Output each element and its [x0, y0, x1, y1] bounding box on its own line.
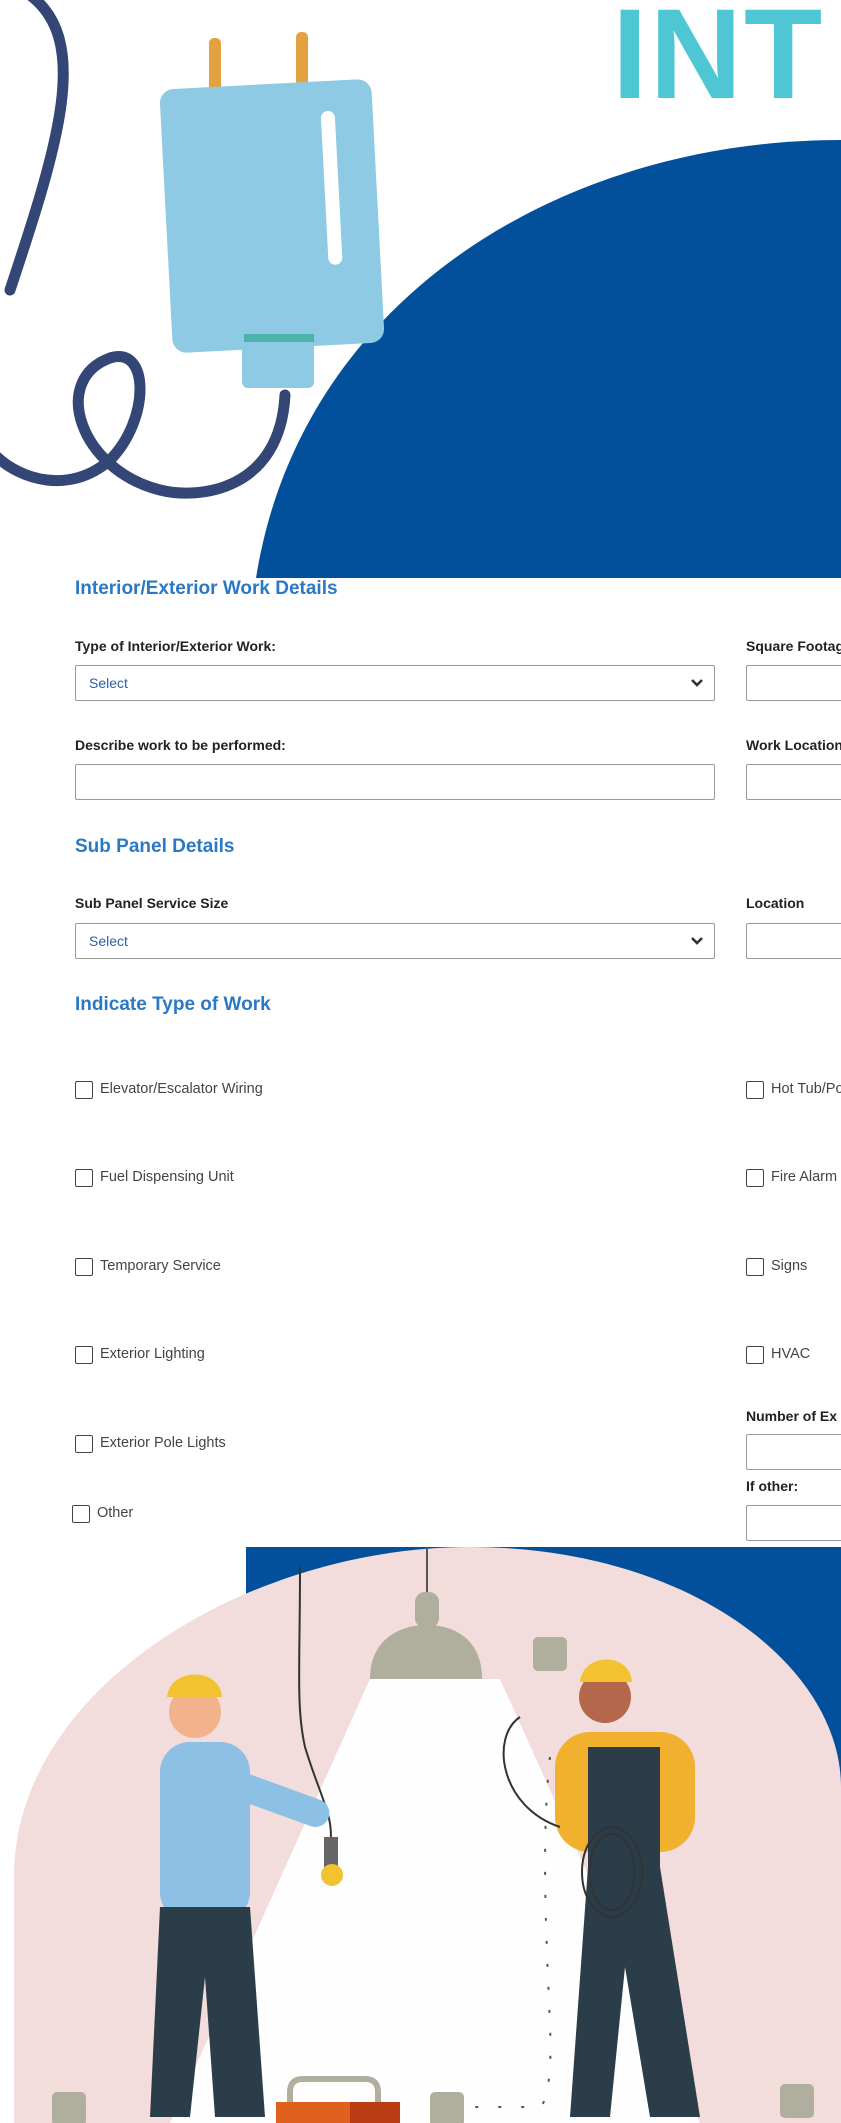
if-other-input[interactable] — [746, 1505, 841, 1541]
checkbox-label: Temporary Service — [100, 1258, 221, 1274]
page-title: INT — [612, 0, 824, 126]
checkbox-label: Exterior Pole Lights — [100, 1435, 226, 1451]
checkbox-elevator-escalator-wiring[interactable] — [75, 1081, 93, 1099]
number-of-exterior-label: Number of Ex — [746, 1408, 838, 1424]
checkbox-fire-alarm[interactable] — [746, 1169, 764, 1187]
checkbox-label: Signs — [771, 1258, 808, 1274]
sub-panel-location-input[interactable] — [746, 923, 841, 959]
sub-panel-size-value: Select — [89, 933, 128, 949]
checkbox-hot-tub-pool[interactable] — [746, 1081, 764, 1099]
square-footage-label: Square Footag — [746, 638, 841, 654]
checkbox-hvac[interactable] — [746, 1346, 764, 1364]
checkbox-temporary-service[interactable] — [75, 1258, 93, 1276]
chevron-down-icon — [691, 937, 703, 945]
checkbox-other[interactable] — [72, 1505, 90, 1523]
sub-panel-size-select[interactable]: Select — [75, 923, 715, 959]
describe-work-label: Describe work to be performed: — [75, 737, 286, 753]
section-heading-work-type: Indicate Type of Work — [75, 994, 271, 1015]
header-artwork: INT — [0, 0, 841, 578]
describe-work-input[interactable] — [75, 764, 715, 800]
section-heading-sub-panel: Sub Panel Details — [75, 836, 235, 857]
if-other-label: If other: — [746, 1478, 799, 1494]
checkbox-label: HVAC — [771, 1346, 811, 1362]
work-location-input[interactable] — [746, 764, 841, 800]
sub-panel-location-label: Location — [746, 895, 805, 911]
type-of-work-select[interactable]: Select — [75, 665, 715, 701]
checkbox-fuel-dispensing-unit[interactable] — [75, 1169, 93, 1187]
checkbox-label: Hot Tub/Po — [771, 1081, 841, 1097]
checkbox-label: Elevator/Escalator Wiring — [100, 1081, 263, 1097]
work-location-label: Work Location — [746, 737, 841, 753]
checkbox-exterior-lighting[interactable] — [75, 1346, 93, 1364]
electricians-illustration — [14, 1547, 841, 2123]
chevron-down-icon — [691, 679, 703, 687]
square-footage-input[interactable] — [746, 665, 841, 701]
plug-icon — [159, 32, 385, 388]
checkbox-label: Exterior Lighting — [100, 1346, 205, 1362]
type-of-work-value: Select — [89, 675, 128, 691]
checkbox-label: Fire Alarm — [771, 1169, 838, 1185]
checkbox-exterior-pole-lights[interactable] — [75, 1435, 93, 1453]
section-heading-work-details: Interior/Exterior Work Details — [75, 578, 338, 599]
number-of-exterior-input[interactable] — [746, 1434, 841, 1470]
checkbox-label: Fuel Dispensing Unit — [100, 1169, 234, 1185]
type-of-work-label: Type of Interior/Exterior Work: — [75, 638, 276, 654]
sub-panel-size-label: Sub Panel Service Size — [75, 895, 229, 911]
checkbox-label: Other — [97, 1505, 134, 1521]
checkbox-signs[interactable] — [746, 1258, 764, 1276]
